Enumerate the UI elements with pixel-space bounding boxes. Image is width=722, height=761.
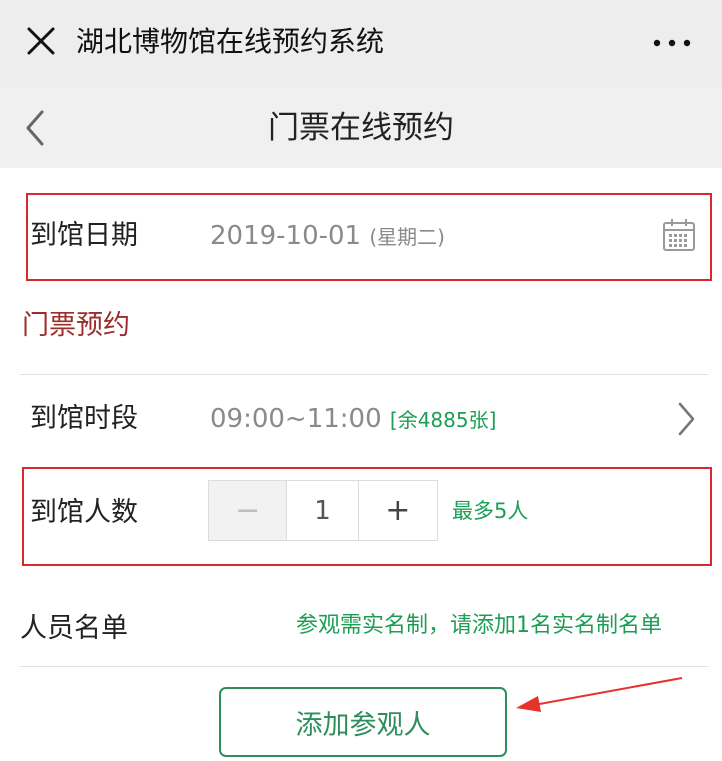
time-slot-field[interactable]: 09:00~11:00 [余4885张] (210, 399, 496, 440)
visitor-list-label: 人员名单 (20, 613, 128, 644)
visitor-count-label: 到馆人数 (30, 497, 138, 528)
divider (20, 374, 708, 375)
visit-date-weekday: (星期二) (369, 225, 445, 249)
time-slot-label: 到馆时段 (30, 403, 138, 434)
ticket-section-title: 门票预约 (22, 310, 130, 341)
annotation-arrow-icon (516, 677, 683, 712)
tickets-remaining: [余4885张] (389, 408, 497, 432)
app-title: 湖北博物馆在线预约系统 (76, 25, 385, 58)
quantity-value[interactable]: 1 (287, 481, 359, 540)
app-top-bar: 湖北博物馆在线预约系统 (0, 0, 722, 88)
decrease-button[interactable]: − (209, 481, 288, 540)
quantity-stepper: − 1 + (208, 480, 438, 541)
visit-date-field[interactable]: 2019-10-01 (星期二) (210, 216, 445, 257)
chevron-left-icon[interactable] (22, 108, 48, 148)
nav-bar: 门票在线预约 (0, 88, 722, 168)
divider (20, 666, 708, 667)
visit-date-label: 到馆日期 (30, 220, 138, 251)
close-icon[interactable] (24, 24, 58, 58)
calendar-icon[interactable] (662, 218, 696, 252)
page-title: 门票在线预约 (268, 110, 454, 146)
increase-button[interactable]: + (358, 481, 437, 540)
chevron-right-icon[interactable] (676, 401, 696, 437)
time-slot-value: 09:00~11:00 (210, 404, 382, 434)
visit-date-value: 2019-10-01 (210, 221, 362, 251)
more-dots-icon[interactable] (652, 38, 692, 48)
realname-note: 参观需实名制，请添加1名实名制名单 (296, 613, 662, 638)
add-visitor-button[interactable]: 添加参观人 (219, 687, 507, 757)
max-visitors-note: 最多5人 (452, 499, 529, 523)
